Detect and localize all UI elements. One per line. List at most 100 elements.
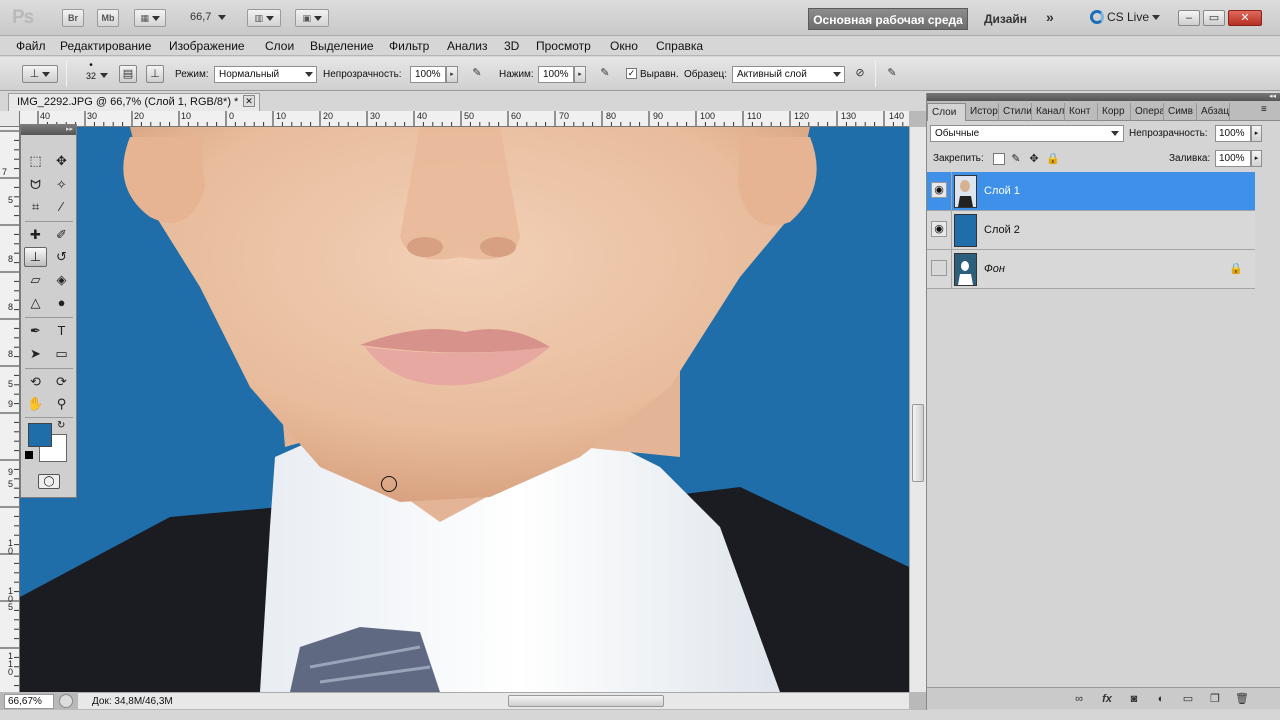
visibility-eye-icon[interactable]: ◉ (931, 182, 947, 198)
quick-selection-tool-icon[interactable]: ✧ (50, 175, 73, 195)
eraser-tool-icon[interactable]: ▱ (24, 270, 47, 290)
new-layer-icon[interactable]: ❐ (1207, 691, 1223, 707)
ruler-origin[interactable] (0, 111, 20, 127)
crop-tool-icon[interactable]: ⌗ (24, 197, 47, 217)
airbrush-icon[interactable]: ✎ (596, 65, 614, 83)
close-icon[interactable]: ✕ (243, 95, 255, 107)
fill-slider[interactable]: ▸ (1251, 150, 1262, 167)
opacity-field[interactable]: 100% (410, 66, 446, 83)
pressure-opacity-icon[interactable]: ✎ (468, 65, 486, 83)
tools-panel-header[interactable]: ▸▸ (21, 125, 76, 135)
menu-3d[interactable]: 3D (504, 39, 519, 53)
add-mask-icon[interactable]: ◙ (1126, 691, 1142, 707)
fill-field[interactable]: 100% (1215, 150, 1251, 167)
menu-select[interactable]: Выделение (310, 39, 374, 53)
flow-slider-toggle[interactable]: ▸ (574, 66, 586, 83)
vertical-scroll-thumb[interactable] (912, 404, 924, 482)
tab-styles[interactable]: Стили (999, 103, 1032, 121)
delete-layer-icon[interactable]: 🗑 (1234, 691, 1250, 707)
link-layers-icon[interactable]: ∞ (1071, 691, 1087, 707)
arrange-documents-button[interactable]: ▥ (247, 9, 281, 27)
quick-mask-button[interactable]: ◯ (38, 474, 60, 489)
menu-view[interactable]: Просмотр (536, 39, 591, 53)
move-tool-icon[interactable]: ✥ (50, 151, 73, 171)
menu-window[interactable]: Окно (610, 39, 638, 53)
panel-menu-icon[interactable]: ≡ (1261, 104, 1267, 115)
menu-image[interactable]: Изображение (169, 39, 245, 53)
sample-select[interactable]: Активный слой (732, 66, 845, 83)
pen-tool-icon[interactable]: ✒ (24, 321, 47, 341)
lock-all-icon[interactable]: 🔒 (1046, 153, 1060, 165)
type-tool-icon[interactable]: T (50, 321, 73, 341)
layer-opacity-slider[interactable]: ▸ (1251, 125, 1262, 142)
panel-dock-header[interactable]: ◂◂ (927, 93, 1280, 101)
paint-bucket-tool-icon[interactable]: ◈ (50, 270, 73, 290)
menu-filter[interactable]: Фильтр (389, 39, 429, 53)
restore-button[interactable]: ▭ (1203, 10, 1225, 26)
dodge-tool-icon[interactable]: ● (50, 293, 73, 313)
status-info-icon[interactable] (59, 694, 73, 708)
brush-panel-button[interactable]: ▤ (119, 65, 137, 83)
path-selection-tool-icon[interactable]: ➤ (24, 344, 47, 364)
shape-tool-icon[interactable]: ▭ (50, 344, 73, 364)
menu-file[interactable]: Файл (16, 39, 46, 53)
document-size-info[interactable]: Док: 34,8M/46,3M (92, 696, 173, 707)
horizontal-scroll-thumb[interactable] (508, 695, 664, 707)
flow-field[interactable]: 100% (538, 66, 574, 83)
tab-channels[interactable]: Канал (1032, 103, 1065, 121)
healing-brush-tool-icon[interactable]: ✚ (24, 225, 47, 245)
horizontal-ruler[interactable]: 40 30 20 10 0 10 20 30 40 50 60 70 80 90… (20, 111, 909, 127)
tool-preset-picker[interactable]: ⊥ (22, 65, 58, 83)
visibility-toggle-empty[interactable] (931, 260, 947, 276)
zoom-dropdown[interactable]: 66,7 (190, 11, 226, 23)
view-extras-button[interactable]: ▦ (134, 9, 166, 27)
menu-analysis[interactable]: Анализ (447, 39, 488, 53)
lock-pixels-icon[interactable]: ✎ (1010, 153, 1022, 165)
layer-row[interactable]: Фон 🔒 (927, 250, 1255, 289)
layer-name[interactable]: Фон (984, 263, 1005, 275)
3d-rotate-tool-icon[interactable]: ⟲ (24, 372, 47, 392)
menu-layer[interactable]: Слои (265, 39, 294, 53)
workspace-essentials-button[interactable]: Основная рабочая среда (808, 8, 968, 30)
menu-edit[interactable]: Редактирование (60, 39, 151, 53)
eyedropper-tool-icon[interactable]: ⁄ (50, 197, 73, 217)
screen-mode-button[interactable]: ▣ (295, 9, 329, 27)
layer-style-icon[interactable]: fx (1099, 691, 1115, 707)
opacity-slider-toggle[interactable]: ▸ (446, 66, 458, 83)
foreground-color-swatch[interactable] (28, 423, 52, 447)
layer-row[interactable]: ◉ Слой 2 (927, 211, 1255, 250)
new-group-icon[interactable]: ▭ (1180, 691, 1196, 707)
blend-mode-select[interactable]: Обычные (930, 125, 1124, 142)
clone-source-button[interactable]: ⊥ (146, 65, 164, 83)
close-button[interactable]: ✕ (1228, 10, 1262, 26)
brush-tool-icon[interactable]: ✐ (50, 225, 73, 245)
tab-actions[interactable]: Опера (1131, 103, 1164, 121)
tab-adjustments[interactable]: Корр (1098, 103, 1131, 121)
aligned-checkbox[interactable]: ✓ (626, 68, 637, 79)
clone-stamp-tool-icon[interactable]: ⊥ (24, 247, 47, 267)
vertical-ruler[interactable]: 7 5 8 8 8 5 9 9 5 1 0 1 0 5 1 1 0 (0, 127, 20, 692)
chevron-down-icon[interactable] (100, 73, 108, 78)
zoom-tool-icon[interactable]: ⚲ (50, 394, 73, 414)
visibility-eye-icon[interactable]: ◉ (931, 221, 947, 237)
workspace-more-button[interactable]: » (1046, 9, 1054, 25)
layer-name[interactable]: Слой 2 (984, 224, 1020, 236)
status-zoom-field[interactable]: 66,67% (4, 694, 54, 709)
tab-paths[interactable]: Конт (1065, 103, 1098, 121)
document-tab[interactable]: IMG_2292.JPG @ 66,7% (Слой 1, RGB/8*) * … (8, 93, 260, 111)
default-colors-icon[interactable] (25, 451, 33, 459)
lock-transparency-icon[interactable] (993, 153, 1005, 165)
mini-bridge-button[interactable]: Mb (97, 9, 119, 27)
blur-tool-icon[interactable]: △ (24, 293, 47, 313)
pressure-size-icon[interactable]: ✎ (883, 65, 901, 83)
minimize-button[interactable]: – (1178, 10, 1200, 26)
vertical-scrollbar[interactable] (909, 127, 926, 692)
lasso-tool-icon[interactable]: ᗢ (24, 175, 47, 195)
cs-live-button[interactable]: CS Live (1090, 10, 1161, 24)
horizontal-scrollbar[interactable] (78, 692, 909, 709)
mode-select[interactable]: Нормальный (214, 66, 317, 83)
adjustment-layer-icon[interactable]: ◐ (1153, 691, 1169, 707)
menu-help[interactable]: Справка (656, 39, 703, 53)
3d-orbit-tool-icon[interactable]: ⟳ (50, 372, 73, 392)
swap-colors-icon[interactable]: ↻ (57, 420, 65, 431)
